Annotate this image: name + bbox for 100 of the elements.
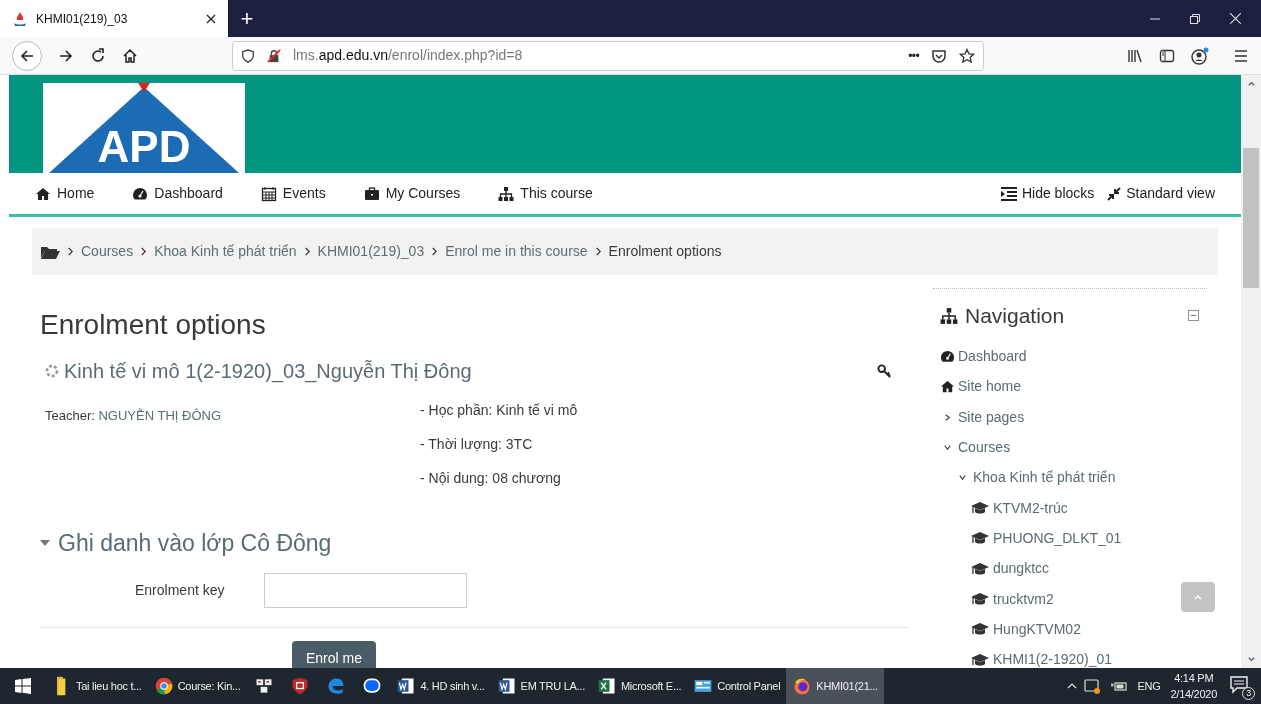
course-icon (44, 363, 60, 379)
logo-text: APD (97, 125, 191, 169)
dashboard-icon (940, 349, 955, 365)
chevron-down-icon[interactable] (943, 443, 952, 453)
collapse-block-icon[interactable] (1188, 310, 1199, 322)
current-page-crumb: Enrolment options (608, 242, 722, 261)
windows-logo-icon (15, 678, 31, 694)
pocket-icon[interactable] (931, 47, 947, 64)
nav-tree-link[interactable]: KTVM2-trúc (993, 497, 1068, 519)
new-tab-button[interactable]: + (232, 0, 262, 37)
breadcrumb-link[interactable]: Courses (81, 241, 134, 262)
summary-line: - Học phần: Kinh tế vi mô (420, 401, 578, 420)
menu-icon[interactable] (1233, 47, 1249, 64)
nav-tree-link[interactable]: Dashboard (958, 346, 1027, 368)
insecure-lock-icon (267, 48, 281, 63)
nav-tree-link[interactable]: Site pages (958, 406, 1025, 428)
graduation-cap-icon (970, 560, 990, 577)
chevron-right-icon (431, 247, 439, 256)
document-icon (396, 676, 417, 696)
home-icon (35, 185, 51, 202)
back-button[interactable] (12, 40, 42, 71)
course-title-link[interactable]: Kinh tế vi mô 1(2-1920)_03_Nguyễn Thị Đông (64, 356, 873, 386)
nav-link[interactable]: This course (520, 183, 593, 204)
graduation-cap-icon (970, 651, 990, 668)
nav-tree-link[interactable]: PHUONG_DLKT_01 (993, 527, 1122, 549)
dashboard-icon (132, 185, 149, 202)
scrollbar[interactable] (1241, 75, 1261, 668)
chat-bubble-icon (362, 676, 383, 696)
chevron-right-icon (67, 247, 74, 256)
screen-icon[interactable] (1083, 678, 1100, 694)
spreadsheet-icon (596, 676, 617, 696)
shield-icon (241, 48, 255, 63)
reload-icon[interactable] (90, 47, 106, 64)
breadcrumb-link[interactable]: Enrol me in this course (445, 241, 588, 262)
enrolment-key-field[interactable] (264, 572, 467, 608)
taskbar-app[interactable]: Tai lieu hoc t... (46, 668, 148, 704)
graduation-cap-icon (970, 591, 990, 607)
nav-tree-link[interactable]: Khoa Kinh tế phát triển (973, 467, 1116, 489)
page-title: Enrolment options (40, 308, 267, 342)
enrol-me-button[interactable]: Enrol me (292, 640, 377, 668)
close-icon[interactable] (206, 13, 216, 24)
tab-title: KHMI01(219)_03 (36, 10, 129, 28)
nav-link[interactable]: Events (282, 183, 326, 204)
notification-count: 3 (1242, 687, 1255, 700)
nav-tree-link[interactable]: Courses (958, 437, 1011, 459)
sitemap-icon (498, 185, 515, 202)
taskbar-app[interactable]: Course: Kin... (147, 668, 247, 704)
calendar-icon (260, 185, 277, 202)
language-indicator[interactable]: ENG (1137, 677, 1161, 695)
star-icon[interactable] (959, 47, 975, 64)
keyboard-keys-icon (254, 676, 275, 696)
address-bar[interactable]: lms.apd.edu.vn/enrol/index.php?id=8 ••• (232, 40, 984, 71)
clock-time[interactable]: 4:14 PM (1174, 670, 1214, 686)
back-arrow-icon (19, 47, 35, 64)
breadcrumb-link[interactable]: Khoa Kinh tế phát triển (154, 241, 297, 262)
sidebar-icon[interactable] (1159, 47, 1175, 64)
home-icon[interactable] (122, 47, 138, 64)
nav-tree-link[interactable]: KHMI1(2-1920)_01 (993, 649, 1113, 668)
summary-line: - Thời lượng: 3TC (420, 435, 534, 454)
chrome-icon (153, 676, 174, 696)
teacher-link[interactable]: NGUYỄN THỊ ĐÔNG (98, 408, 222, 423)
nav-link[interactable]: Dashboard (154, 183, 223, 204)
library-icon[interactable] (1127, 47, 1143, 64)
nav-link[interactable]: My Courses (385, 183, 461, 204)
sitemap-icon (939, 306, 959, 325)
account-icon[interactable] (1191, 46, 1209, 65)
nav-tree-link[interactable]: trucktvm2 (993, 588, 1054, 610)
taskbar-app[interactable]: 4. HD sinh v... (390, 668, 491, 704)
key-icon (877, 363, 892, 379)
scrollbar-thumb[interactable] (1243, 148, 1259, 288)
forward-icon[interactable] (58, 47, 74, 64)
section-heading[interactable]: Ghi danh vào lớp Cô Đông (58, 526, 332, 561)
logo-drawing[interactable] (43, 83, 245, 173)
nav-tree-link[interactable]: Site home (958, 376, 1022, 398)
nav-link[interactable]: Home (57, 183, 95, 204)
block-title: Navigation (965, 303, 1066, 329)
taskbar-app[interactable]: KHMI01(21... (786, 668, 884, 704)
compress-arrows-icon (1106, 185, 1123, 202)
teacher-line: Teacher: NGUYỄN THỊ ĐÔNG (45, 408, 222, 423)
nav-link[interactable]: Standard view (1126, 183, 1215, 204)
chevron-right-icon (594, 247, 602, 256)
taskbar-app[interactable]: Microsoft E... (590, 668, 688, 704)
outdent-icon (999, 185, 1018, 202)
chevron-down-icon[interactable] (958, 473, 967, 483)
more-actions-button[interactable]: ••• (908, 46, 919, 65)
breadcrumb-link[interactable]: KHMI01(219)_03 (317, 241, 425, 262)
taskbar-app[interactable]: EM TRU LA... (490, 668, 591, 704)
nav-tree-link[interactable]: dungktcc (993, 558, 1050, 580)
home-icon (940, 379, 955, 395)
chevron-right-icon (303, 247, 311, 256)
restore-icon[interactable] (1190, 13, 1200, 24)
taskbar-app[interactable]: Control Panel (687, 668, 787, 704)
nav-link[interactable]: Hide blocks (1021, 183, 1095, 204)
clock-date[interactable]: 2/14/2020 (1170, 686, 1217, 702)
document-icon (496, 676, 517, 696)
notification-icon[interactable] (1229, 674, 1249, 694)
browser-tab[interactable]: KHMI01(219)_03 (0, 0, 228, 37)
nav-tree-link[interactable]: HungKTVM02 (993, 618, 1081, 640)
chevron-right-icon[interactable] (943, 412, 952, 422)
battery-plug-icon[interactable] (1109, 680, 1128, 692)
